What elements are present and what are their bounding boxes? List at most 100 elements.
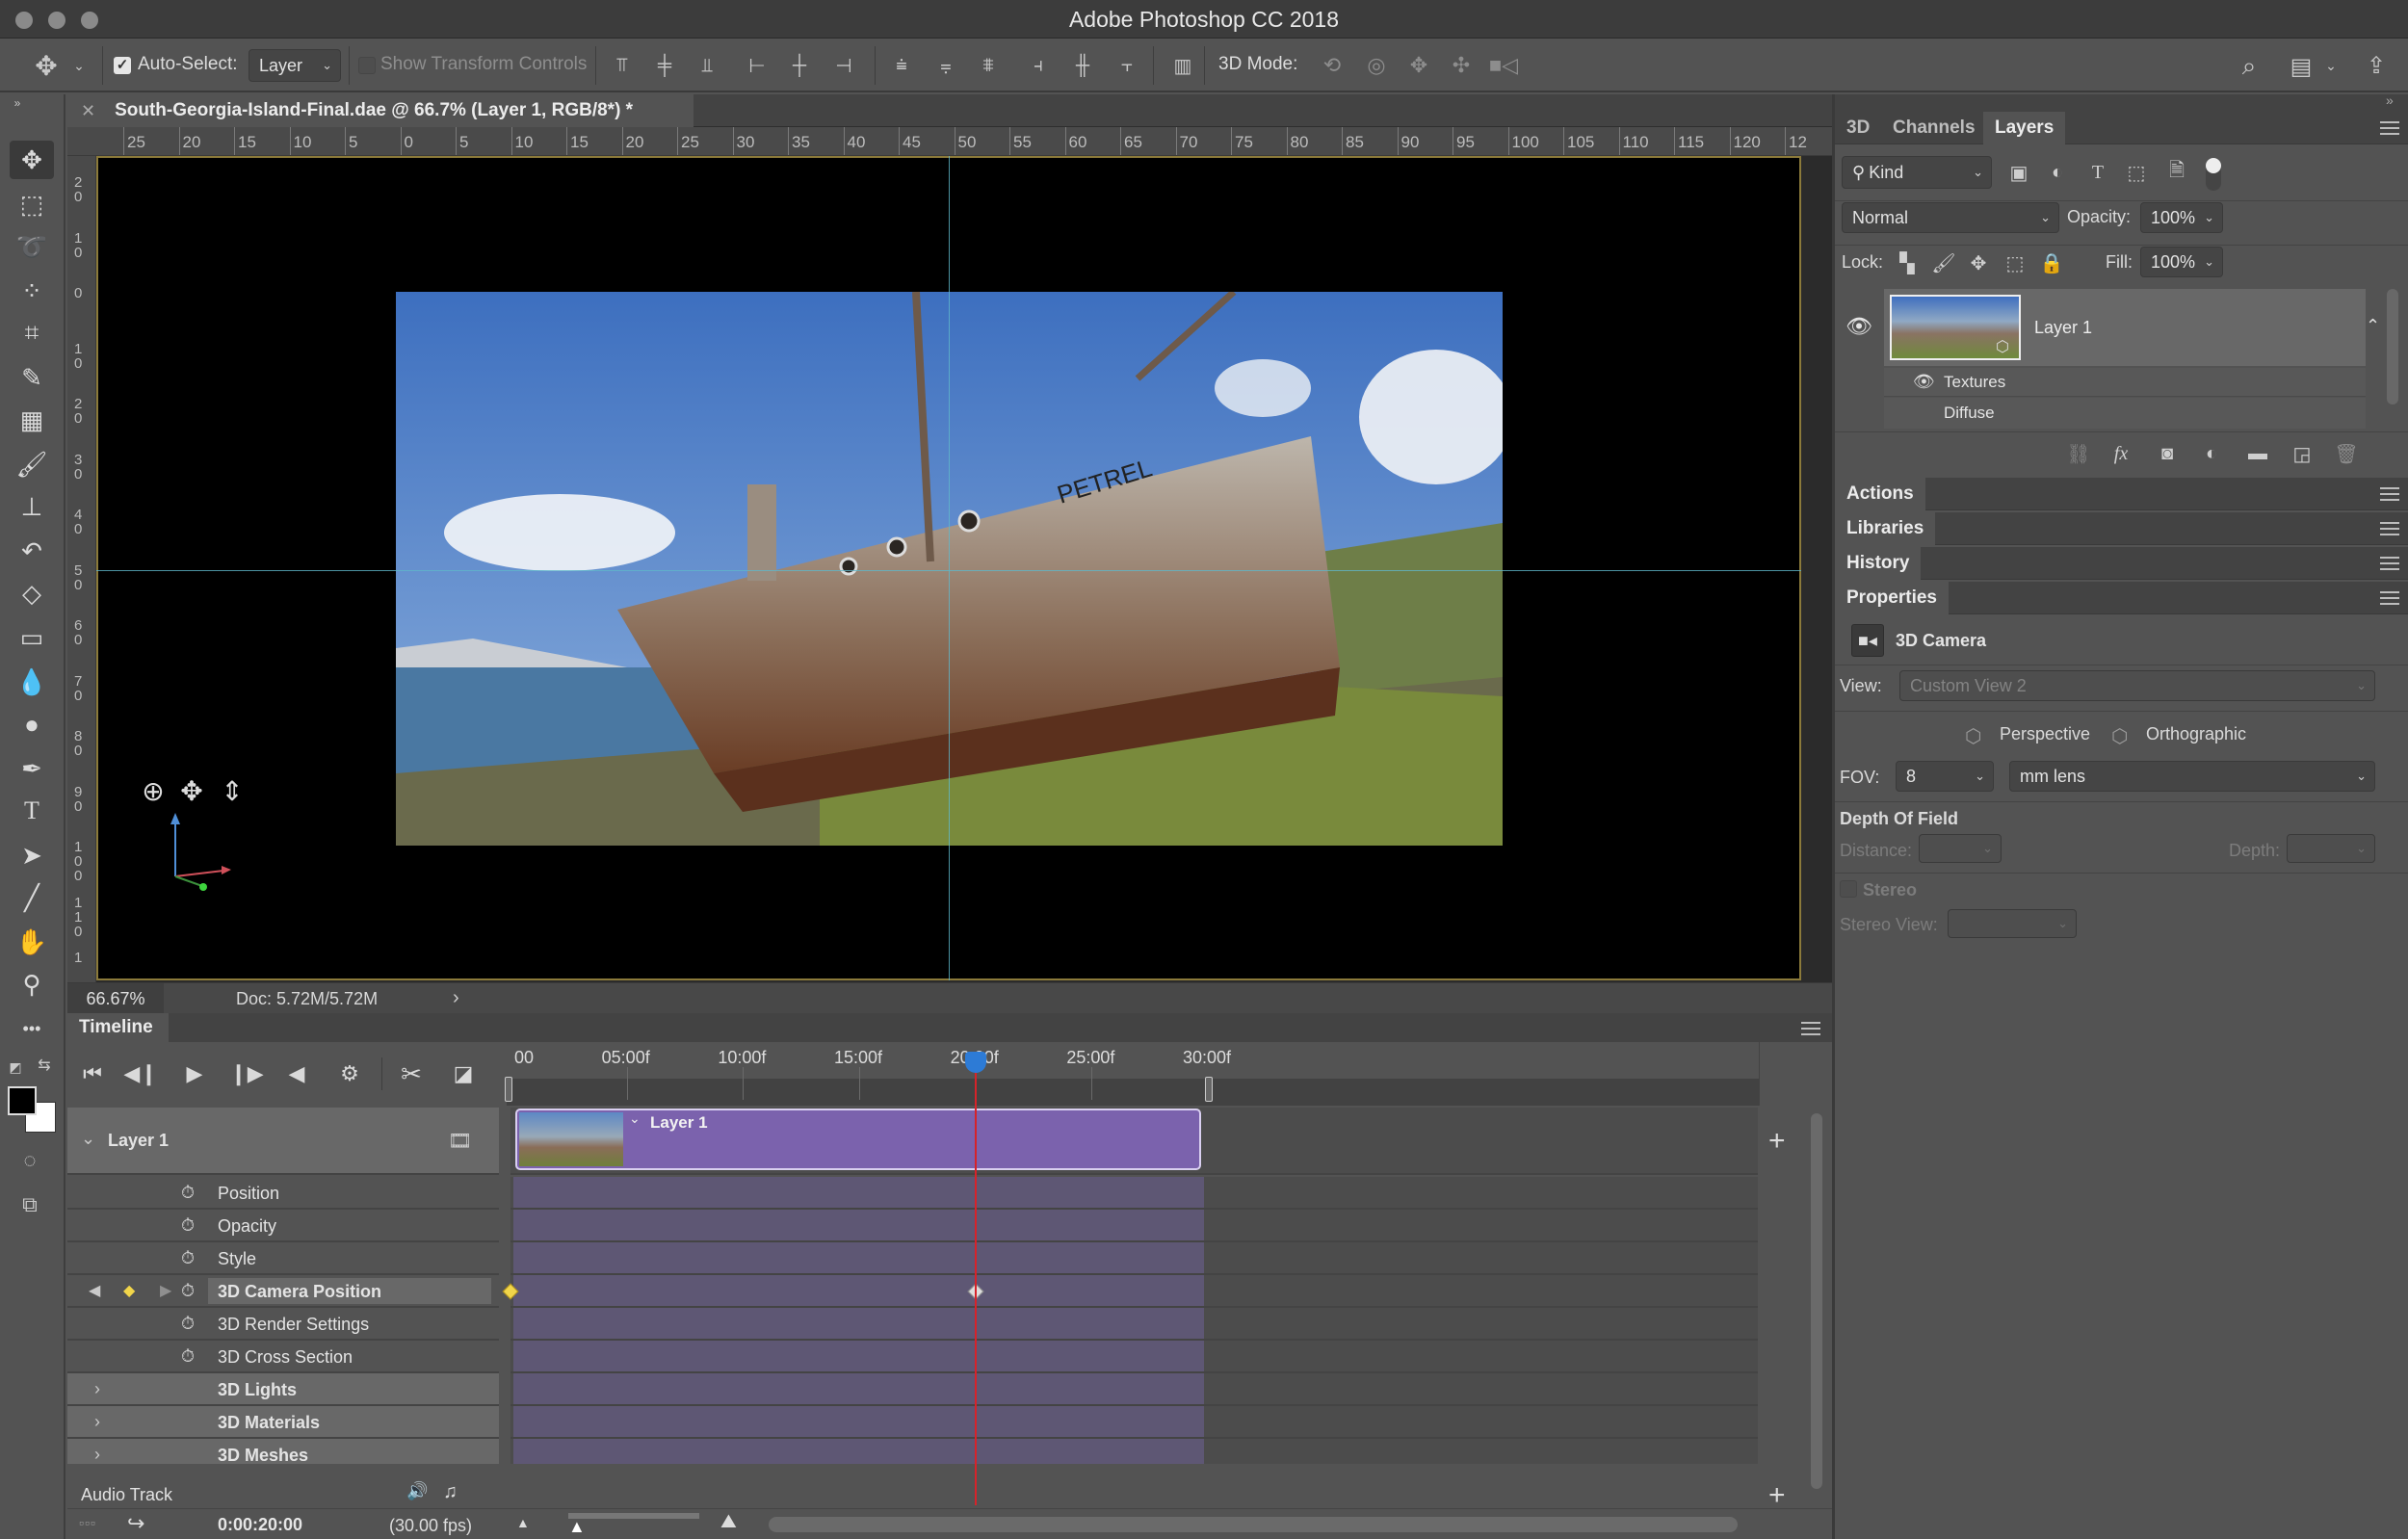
screen-mode-icon[interactable]: ⧉ (15, 1192, 44, 1217)
lock-position-icon[interactable]: ✥ (1965, 248, 1992, 277)
type-tool[interactable]: T (10, 792, 54, 830)
lasso-tool[interactable]: ➰ (10, 227, 54, 266)
play-icon[interactable]: ▶ (181, 1057, 208, 1090)
layer-style-fx-icon[interactable]: fx (2107, 440, 2135, 467)
next-keyframe-icon[interactable]: ▶ (160, 1281, 171, 1300)
stopwatch-icon[interactable]: ⏱ (181, 1215, 195, 1236)
stopwatch-icon[interactable]: ⏱ (181, 1183, 195, 1203)
previous-keyframe-icon[interactable]: ◀ (89, 1281, 100, 1300)
work-area-bar[interactable] (507, 1079, 1759, 1106)
textures-visibility-eye-icon[interactable]: 👁 (1913, 372, 1935, 392)
timeline-horizontal-scrollbar[interactable] (769, 1517, 1738, 1532)
gradient-tool[interactable]: ▭ (10, 618, 54, 657)
transition-icon[interactable]: ◪ (449, 1057, 478, 1090)
stereo-checkbox[interactable] (1840, 880, 1857, 898)
tab-libraries[interactable]: Libraries (1835, 512, 1936, 545)
pan-axis-icon[interactable]: ✥ (177, 776, 206, 806)
dodge-tool[interactable]: ● (10, 705, 54, 743)
render-video-icon[interactable]: ↪ (127, 1511, 144, 1536)
filter-toggle[interactable] (2206, 158, 2221, 191)
workspace-icon[interactable]: ▤ (2285, 50, 2317, 83)
expand-group-chevron-icon[interactable]: › (94, 1445, 100, 1465)
timeline-property-row[interactable]: ⏱ ◀ ◆ ▶ 3D Camera Position (67, 1275, 499, 1308)
next-frame-icon[interactable]: ❙▶ (229, 1057, 263, 1090)
video-filmstrip-icon[interactable]: 🎞 (448, 1129, 472, 1153)
timeline-group-row[interactable]: › 3D Materials (67, 1406, 499, 1439)
layers-panel-menu-icon[interactable] (2380, 121, 2399, 135)
auto-align-layers-icon[interactable]: ▥ (1169, 52, 1196, 79)
stopwatch-icon[interactable]: ⏱ (181, 1281, 195, 1301)
lock-transparent-pixels-icon[interactable]: ▚ (1894, 248, 1921, 277)
align-right-icon[interactable]: ⊣ (830, 52, 857, 79)
timeline-property-row[interactable]: ⏱ Opacity (67, 1210, 499, 1242)
add-media-plus-icon[interactable]: + (1768, 1125, 1786, 1158)
clip-chevron-icon[interactable]: ⌄ (629, 1110, 641, 1127)
timeline-zoom-slider[interactable] (568, 1513, 699, 1519)
go-to-first-frame-icon[interactable]: ⏮ (79, 1057, 106, 1090)
tool-preset-chevron-icon[interactable]: ⌄ (69, 56, 89, 75)
align-top-icon[interactable]: ⫪ (609, 52, 636, 79)
edit-toolbar-icon[interactable]: ••• (10, 1009, 54, 1048)
current-time[interactable]: 0:00:20:00 (218, 1515, 302, 1535)
audio-note-icon[interactable]: ♫ (443, 1481, 458, 1503)
fov-field[interactable]: 8 ⌄ (1896, 761, 1994, 792)
link-layers-icon[interactable]: ⛓ (2064, 440, 2093, 467)
align-horizontal-center-icon[interactable]: ┼ (786, 52, 813, 79)
opacity-field[interactable]: 100% ⌄ (2140, 202, 2223, 233)
show-transform-checkbox[interactable] (358, 57, 376, 74)
property-track[interactable] (510, 1406, 1758, 1439)
previous-frame-icon[interactable]: ◀❙ (123, 1057, 157, 1090)
auto-select-checkbox[interactable]: ✓ (114, 57, 131, 74)
timeline-property-row[interactable]: ⏱ 3D Render Settings (67, 1308, 499, 1341)
timeline-property-row[interactable]: ⏱ Style (67, 1242, 499, 1275)
tab-history[interactable]: History (1835, 547, 1922, 580)
timeline-group-row[interactable]: › 3D Lights (67, 1373, 499, 1406)
audio-volume-icon[interactable]: 🔊 (406, 1481, 428, 1501)
swap-colors-icon[interactable]: ⇆ (35, 1056, 54, 1075)
stereo-view-dropdown[interactable]: ⌄ (1948, 909, 2077, 938)
layer-row[interactable]: ⬡ Layer 1 (1884, 289, 2366, 366)
stopwatch-icon[interactable]: ⏱ (181, 1248, 195, 1268)
zoom-in-timeline-icon[interactable]: ⛰ (720, 1511, 737, 1533)
add-mask-icon[interactable]: ◙ (2153, 440, 2182, 467)
property-track[interactable] (510, 1308, 1758, 1341)
lock-artboard-icon[interactable]: ⬚ (2002, 248, 2028, 277)
layers-scrollbar[interactable] (2387, 289, 2398, 404)
zoom-tool[interactable]: ⚲ (10, 965, 54, 1004)
orbit-3d-icon[interactable]: ⟲ (1318, 51, 1347, 80)
horizontal-guide[interactable] (96, 570, 1801, 571)
add-keyframe-icon[interactable]: ◆ (123, 1281, 135, 1300)
playhead-line[interactable] (974, 1067, 977, 1505)
fov-unit-dropdown[interactable]: mm lens ⌄ (2009, 761, 2375, 792)
work-area-start-handle[interactable] (505, 1077, 512, 1102)
collapse-layer-chevron-icon[interactable]: ⌄ (81, 1129, 95, 1149)
depth-field[interactable]: ⌄ (2287, 834, 2375, 863)
orthographic-cube-icon[interactable]: ⬡ (2111, 724, 2128, 748)
status-menu-arrow-icon[interactable]: › (453, 987, 459, 1009)
libraries-menu-icon[interactable] (2380, 522, 2399, 535)
distribute-horizontal-center-icon[interactable]: ╫ (1069, 52, 1096, 79)
timeline-vertical-scrollbar[interactable] (1811, 1113, 1822, 1489)
distribute-right-icon[interactable]: ⫟ (1113, 52, 1140, 79)
zoom-level[interactable]: 66.67% (67, 983, 164, 1014)
pen-tool[interactable]: ✒ (10, 749, 54, 788)
line-tool[interactable]: ╱ (10, 878, 54, 917)
layer-name[interactable]: Layer 1 (2034, 318, 2092, 338)
filter-pixel-layers-icon[interactable]: ▣ (2003, 158, 2034, 187)
eraser-tool[interactable]: ◇ (10, 574, 54, 613)
property-track[interactable] (510, 1373, 1758, 1406)
work-area-end-handle[interactable] (1205, 1077, 1213, 1102)
brush-tool[interactable]: 🖌 (10, 445, 54, 483)
align-vertical-center-icon[interactable]: ╪ (651, 52, 678, 79)
filter-smart-objects-icon[interactable]: 🗎 (2161, 158, 2192, 187)
distance-field[interactable]: ⌄ (1919, 834, 2002, 863)
audio-track-row[interactable]: Audio Track 🔊 ♫ (67, 1464, 499, 1506)
lock-image-pixels-icon[interactable]: 🖌 (1930, 248, 1957, 277)
blend-mode-dropdown[interactable]: Normal ⌄ (1842, 202, 2059, 233)
quick-mask-icon[interactable]: ◌ (15, 1148, 44, 1173)
property-track[interactable] (510, 1275, 1758, 1308)
share-icon[interactable]: ⇪ (2360, 48, 2393, 83)
timeline-layer-row[interactable]: ⌄ Layer 1 🎞 (67, 1108, 499, 1175)
pan-3d-icon[interactable]: ✥ (1404, 51, 1433, 80)
clone-stamp-tool[interactable]: ⊥ (10, 487, 54, 526)
